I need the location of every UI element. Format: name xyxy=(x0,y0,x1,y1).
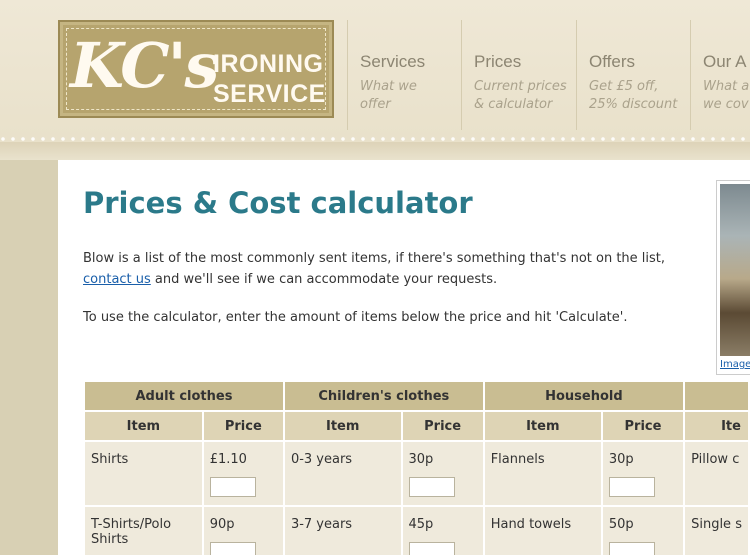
column-header-price: Price xyxy=(600,410,686,442)
quantity-input[interactable] xyxy=(608,477,655,497)
site-header: KC's IRONING SERVICE Services What we of… xyxy=(0,0,750,160)
price-value: 30p xyxy=(608,452,634,467)
item-name: T-Shirts/Polo Shirts xyxy=(83,505,204,555)
item-name: 3-7 years xyxy=(282,505,403,555)
item-name: Hand towels xyxy=(482,505,603,555)
item-name: Shirts xyxy=(83,440,204,507)
group-header-household: Household xyxy=(482,380,686,412)
price-cell: 90p xyxy=(201,505,285,555)
column-header-item: Item xyxy=(482,410,603,442)
nav-item-offers[interactable]: Offers Get £5 off, 25% discount xyxy=(576,20,690,130)
item-name: Flannels xyxy=(482,440,603,507)
nav-subtitle: Current prices xyxy=(474,79,567,94)
group-header-extra xyxy=(683,380,750,412)
main-content: Prices & Cost calculator Blow is a list … xyxy=(58,160,750,555)
nav-item-our-area[interactable]: Our A What a we cov xyxy=(690,20,750,130)
photo-image xyxy=(720,184,750,356)
nav-item-prices[interactable]: Prices Current prices & calculator xyxy=(461,20,576,130)
group-header-adult: Adult clothes xyxy=(83,380,285,412)
header-shadow xyxy=(0,142,750,160)
site-logo[interactable]: KC's IRONING SERVICE xyxy=(58,20,334,118)
nav-item-services[interactable]: Services What we offer xyxy=(347,20,461,130)
contact-us-link[interactable]: contact us xyxy=(83,272,151,287)
price-value: 90p xyxy=(209,517,235,532)
logo-line-ironing: IRONING xyxy=(213,50,324,78)
nav-subtitle: offer xyxy=(360,97,391,112)
nav-subtitle: we cov xyxy=(703,97,749,112)
quantity-input[interactable] xyxy=(408,542,455,555)
nav-subtitle: What a xyxy=(703,79,750,94)
intro-text-end: and we'll see if we can accommodate your… xyxy=(150,272,498,287)
page-title: Prices & Cost calculator xyxy=(83,186,473,220)
price-value: £1.10 xyxy=(209,452,247,467)
nav-subtitle: 25% discount xyxy=(589,97,678,112)
group-header-children: Children's clothes xyxy=(282,380,485,412)
table-row: Shirts £1.10 0-3 years 30p Flannels 30p … xyxy=(83,440,750,507)
column-header-item: Item xyxy=(282,410,403,442)
price-cell: 30p xyxy=(600,440,686,507)
price-cell: 45p xyxy=(400,505,485,555)
column-header-price: Price xyxy=(400,410,485,442)
nav-subtitle: What we xyxy=(360,79,417,94)
price-table: Adult clothes Children's clothes Househo… xyxy=(83,380,750,555)
item-name: Single s xyxy=(683,505,750,555)
price-value: 45p xyxy=(408,517,434,532)
photo-caption-link[interactable]: Image xyxy=(720,359,750,370)
nav-subtitle: & calculator xyxy=(474,97,553,112)
item-name: 0-3 years xyxy=(282,440,403,507)
calculator-instructions: To use the calculator, enter the amount … xyxy=(83,310,628,325)
price-cell: £1.10 xyxy=(201,440,285,507)
table-row: T-Shirts/Polo Shirts 90p 3-7 years 45p H… xyxy=(83,505,750,555)
quantity-input[interactable] xyxy=(408,477,455,497)
nav-subtitle: Get £5 off, xyxy=(589,79,659,94)
nav-title: Offers xyxy=(589,52,635,71)
column-header-price: Price xyxy=(201,410,285,442)
intro-paragraph: Blow is a list of the most commonly sent… xyxy=(83,248,683,290)
column-header-item: Ite xyxy=(683,410,750,442)
intro-text: Blow is a list of the most commonly sent… xyxy=(83,251,666,266)
price-value: 30p xyxy=(408,452,434,467)
price-value: 50p xyxy=(608,517,634,532)
logo-line-service: SERVICE xyxy=(213,80,326,108)
photo-thumbnail[interactable]: Image xyxy=(716,180,750,375)
quantity-input[interactable] xyxy=(209,542,256,555)
nav-title: Prices xyxy=(474,52,522,71)
nav-title: Services xyxy=(360,52,426,71)
nav-title: Our A xyxy=(703,52,747,71)
quantity-input[interactable] xyxy=(608,542,655,555)
price-cell: 30p xyxy=(400,440,485,507)
column-header-item: Item xyxy=(83,410,204,442)
quantity-input[interactable] xyxy=(209,477,256,497)
price-cell: 50p xyxy=(600,505,686,555)
logo-kc-text: KC's xyxy=(70,29,219,102)
item-name: Pillow c xyxy=(683,440,750,507)
